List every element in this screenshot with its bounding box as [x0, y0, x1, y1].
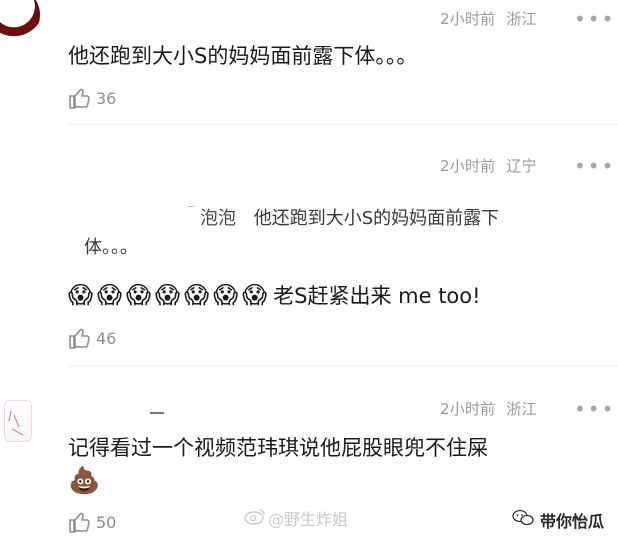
comment-meta: 2小时前 辽宁 [440, 155, 537, 176]
poop-emoji-icon: 💩 [68, 466, 101, 496]
comment-location: 浙江 [506, 400, 537, 418]
like-button[interactable]: 50 [68, 510, 116, 534]
scream-emoji-icon: 😱😱😱😱😱😱😱 [68, 281, 272, 309]
reply-content: 😱😱😱😱😱😱😱 老S赶紧出来 me too! [68, 280, 481, 310]
comment-time: 2小时前 [440, 157, 496, 175]
weibo-handle: @野生炸姐 [268, 510, 349, 529]
thumbs-up-icon [68, 86, 92, 110]
like-count: 36 [96, 88, 117, 108]
wechat-icon [512, 509, 534, 531]
more-dots-icon[interactable]: ••• [574, 9, 615, 29]
more-dots-icon[interactable]: ••• [574, 399, 615, 419]
avatar[interactable] [0, 0, 40, 44]
comment-time: 2小时前 [440, 10, 496, 28]
comment-meta: 2小时前 浙江 [440, 398, 537, 419]
comment-time: 2小时前 [440, 400, 496, 418]
like-count: 46 [96, 328, 117, 348]
weibo-icon [244, 507, 266, 529]
quote-text-line2: 体。。。 [84, 237, 138, 258]
quote-marker [188, 206, 194, 207]
name-fragment [150, 412, 164, 414]
avatar[interactable] [4, 400, 32, 442]
divider [68, 124, 618, 125]
thumbs-up-icon [68, 326, 92, 350]
comment-meta: 2小时前 浙江 [440, 8, 537, 29]
comment-location: 辽宁 [506, 157, 537, 175]
wechat-account: 带你怡瓜 [540, 512, 605, 531]
quote-user[interactable]: 泡泡 [200, 208, 236, 229]
thumbs-up-icon [68, 510, 92, 534]
quoted-comment[interactable]: 泡泡 他还跑到大小S的妈妈面前露下 [200, 204, 499, 230]
comment-text: 老S赶紧出来 me too! [273, 284, 481, 308]
quote-text-line1: 他还跑到大小S的妈妈面前露下 [253, 208, 500, 229]
like-button[interactable]: 36 [68, 86, 116, 110]
like-count: 50 [96, 512, 117, 532]
comment-text: 记得看过一个视频范玮琪说他屁股眼兜不住屎 [68, 436, 488, 460]
weibo-watermark: @野生炸姐 [244, 506, 348, 530]
comment-location: 浙江 [506, 10, 537, 28]
comment-text: 他还跑到大小S的妈妈面前露下体。。。 [68, 44, 418, 68]
avatar-sketch-icon [8, 410, 24, 436]
divider [68, 366, 618, 367]
like-button[interactable]: 46 [68, 326, 116, 350]
wechat-watermark: 带你怡瓜 [512, 508, 604, 532]
more-dots-icon[interactable]: ••• [574, 156, 615, 176]
